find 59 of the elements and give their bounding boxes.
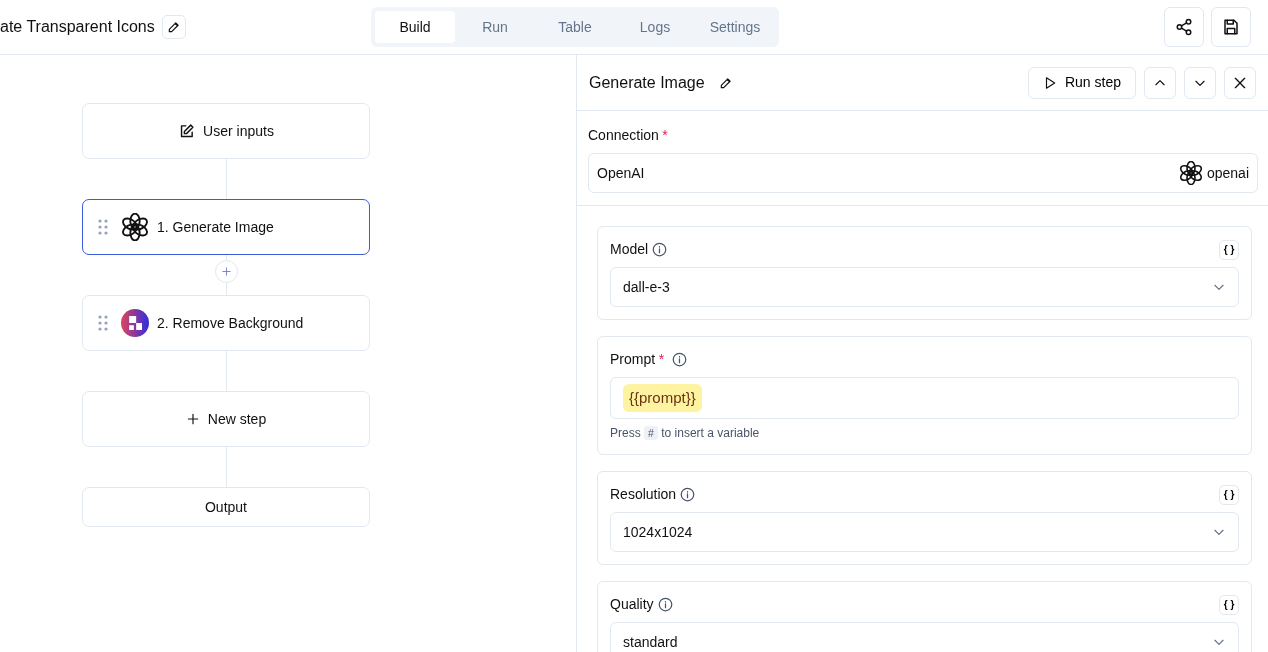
run-step-button[interactable]: Run step bbox=[1027, 66, 1136, 99]
node-label: 2. Remove Background bbox=[157, 313, 304, 333]
step-node[interactable]: 1. Generate Image bbox=[82, 199, 370, 255]
edit-icon bbox=[178, 122, 196, 140]
variable-chip: {{prompt}} bbox=[623, 383, 702, 413]
info-icon bbox=[657, 597, 673, 612]
pencil-icon bbox=[718, 75, 733, 90]
select-field[interactable]: standard bbox=[610, 622, 1239, 652]
pencil-icon bbox=[166, 20, 181, 34]
tab[interactable]: Settings bbox=[695, 11, 775, 43]
required-mark: * bbox=[662, 126, 668, 145]
share-icon bbox=[1175, 18, 1193, 36]
node-label: New step bbox=[207, 409, 267, 429]
field-label: Model bbox=[610, 240, 649, 259]
connection-field[interactable]: OpenAI openai bbox=[588, 153, 1258, 193]
add-step-button[interactable] bbox=[214, 260, 238, 283]
select-field[interactable]: dall-e-3 bbox=[610, 267, 1239, 307]
rename-button[interactable] bbox=[161, 15, 186, 39]
plus-icon bbox=[185, 412, 200, 426]
node-label: User inputs bbox=[203, 121, 274, 141]
info-icon bbox=[680, 487, 696, 502]
save-icon bbox=[1222, 18, 1240, 36]
share-button[interactable] bbox=[1164, 7, 1204, 47]
close-button[interactable] bbox=[1224, 66, 1256, 99]
info-icon bbox=[652, 242, 668, 257]
workflow-title: ate Transparent Icons bbox=[0, 17, 155, 37]
required-mark: * bbox=[658, 350, 665, 369]
field-value: 1024x1024 bbox=[623, 522, 693, 542]
provider-name: openai bbox=[1206, 163, 1249, 183]
node-label: 1. Generate Image bbox=[157, 217, 274, 237]
tab[interactable]: Run bbox=[455, 11, 535, 43]
drag-handle-icon bbox=[97, 313, 109, 333]
step-title: Generate Image bbox=[589, 72, 705, 93]
node-label: Output bbox=[205, 497, 247, 517]
prompt-field[interactable]: {{prompt}} bbox=[610, 377, 1239, 419]
output-node[interactable]: Output bbox=[82, 487, 370, 527]
drag-handle-icon bbox=[97, 217, 109, 237]
variable-toggle-button[interactable]: { } bbox=[1219, 484, 1239, 505]
field-label: Connection bbox=[588, 126, 659, 145]
user-inputs-node[interactable]: User inputs bbox=[82, 103, 370, 159]
field-value: standard bbox=[623, 632, 678, 652]
variable-toggle-button[interactable]: { } bbox=[1219, 239, 1239, 260]
field-label: Prompt bbox=[610, 350, 656, 369]
tab[interactable]: Build bbox=[375, 11, 455, 43]
hint-text: Press # to insert a variable bbox=[610, 425, 761, 442]
save-button[interactable] bbox=[1211, 7, 1251, 47]
plus-icon bbox=[220, 266, 232, 277]
field-value: dall-e-3 bbox=[623, 277, 670, 297]
tab[interactable]: Table bbox=[535, 11, 615, 43]
step-node[interactable]: 2. Remove Background bbox=[82, 295, 370, 351]
variable-toggle-button[interactable]: { } bbox=[1219, 594, 1239, 615]
select-field[interactable]: 1024x1024 bbox=[610, 512, 1239, 552]
removebg-logo-icon bbox=[121, 309, 149, 337]
tab[interactable]: Logs bbox=[615, 11, 695, 43]
field-label: Resolution bbox=[610, 485, 677, 504]
field-label: Quality bbox=[610, 595, 654, 614]
field-value: OpenAI bbox=[597, 163, 645, 183]
info-icon bbox=[671, 352, 687, 367]
new-step-node[interactable]: New step bbox=[82, 391, 370, 447]
